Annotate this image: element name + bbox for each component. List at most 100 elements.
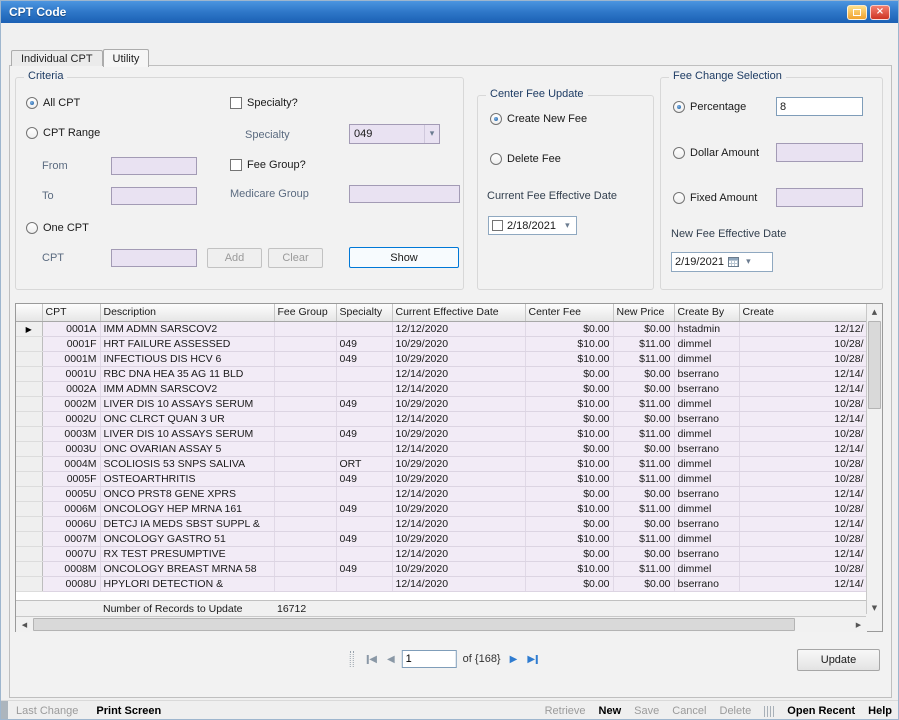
grid-cell[interactable]: INFECTIOUS DIS HCV 6 bbox=[100, 351, 274, 366]
grid-cell[interactable]: $0.00 bbox=[613, 321, 674, 336]
row-selector[interactable] bbox=[16, 351, 42, 366]
grid-cell[interactable] bbox=[274, 501, 336, 516]
print-screen-command[interactable]: Print Screen bbox=[96, 705, 161, 717]
row-selector[interactable] bbox=[16, 531, 42, 546]
grid-cell[interactable]: 12/14/2020 bbox=[392, 381, 525, 396]
grid-cell[interactable]: dimmel bbox=[674, 471, 739, 486]
grid-cell[interactable]: IMM ADMN SARSCOV2 bbox=[100, 381, 274, 396]
grid-cell[interactable]: 0006U bbox=[42, 516, 100, 531]
cpt-range-radio[interactable]: CPT Range bbox=[26, 126, 100, 140]
grid-cell[interactable]: 0005U bbox=[42, 486, 100, 501]
calendar-icon[interactable] bbox=[728, 257, 739, 267]
vertical-scrollbar-thumb[interactable] bbox=[868, 321, 881, 409]
grid-cell[interactable]: 0006M bbox=[42, 501, 100, 516]
grid-cell[interactable]: 10/29/2020 bbox=[392, 426, 525, 441]
grid-cell[interactable]: $10.00 bbox=[525, 336, 613, 351]
grid-cell[interactable]: $10.00 bbox=[525, 561, 613, 576]
grid-cell[interactable]: $11.00 bbox=[613, 471, 674, 486]
column-header-create-by[interactable]: Create By bbox=[674, 304, 739, 321]
grid-cell[interactable]: 12/14/2020 bbox=[392, 486, 525, 501]
grid-row[interactable]: 0003MLIVER DIS 10 ASSAYS SERUM04910/29/2… bbox=[16, 426, 867, 441]
grid-cell[interactable]: 12/14/ bbox=[739, 441, 867, 456]
column-header-new-price[interactable]: New Price bbox=[613, 304, 674, 321]
grid-cell[interactable]: 12/14/ bbox=[739, 516, 867, 531]
grid-row[interactable]: 0008MONCOLOGY BREAST MRNA 5804910/29/202… bbox=[16, 561, 867, 576]
specialty-checkbox[interactable]: Specialty? bbox=[230, 96, 298, 110]
grid-cell[interactable]: 049 bbox=[336, 471, 392, 486]
new-fee-date-picker[interactable]: 2/19/2021 ▾ bbox=[671, 252, 773, 272]
tab-individual-cpt[interactable]: Individual CPT bbox=[11, 50, 103, 66]
row-selector[interactable] bbox=[16, 441, 42, 456]
grid-cell[interactable]: HRT FAILURE ASSESSED bbox=[100, 336, 274, 351]
grid-cell[interactable]: IMM ADMN SARSCOV2 bbox=[100, 321, 274, 336]
dollar-amount-input[interactable] bbox=[776, 143, 863, 162]
grid-cell[interactable]: 049 bbox=[336, 561, 392, 576]
grid-row[interactable]: 0002MLIVER DIS 10 ASSAYS SERUM04910/29/2… bbox=[16, 396, 867, 411]
add-button[interactable]: Add bbox=[207, 248, 262, 268]
close-button[interactable]: × bbox=[870, 5, 890, 20]
from-input[interactable] bbox=[111, 157, 197, 175]
grid-cell[interactable]: 10/29/2020 bbox=[392, 471, 525, 486]
grid-cell[interactable]: 12/14/2020 bbox=[392, 441, 525, 456]
chevron-down-icon[interactable]: ▾ bbox=[560, 217, 575, 234]
grid-cell[interactable]: 0003M bbox=[42, 426, 100, 441]
grid-cell[interactable]: ONCOLOGY GASTRO 51 bbox=[100, 531, 274, 546]
row-selector[interactable] bbox=[16, 501, 42, 516]
grid-cell[interactable]: 0008M bbox=[42, 561, 100, 576]
row-selector[interactable] bbox=[16, 576, 42, 591]
grid-cell[interactable]: 10/28/ bbox=[739, 501, 867, 516]
grid-cell[interactable]: 12/14/ bbox=[739, 411, 867, 426]
current-fee-date-picker[interactable]: 2/18/2021 ▾ bbox=[488, 216, 577, 235]
grid-cell[interactable] bbox=[274, 441, 336, 456]
grid-cell[interactable]: 12/14/ bbox=[739, 486, 867, 501]
grid-cell[interactable]: DETCJ IA MEDS SBST SUPPL & bbox=[100, 516, 274, 531]
grid-cell[interactable]: 12/14/ bbox=[739, 546, 867, 561]
grid-cell[interactable]: $0.00 bbox=[525, 516, 613, 531]
grid-cell[interactable]: $10.00 bbox=[525, 396, 613, 411]
grid-cell[interactable]: bserrano bbox=[674, 441, 739, 456]
grid-cell[interactable]: ONC CLRCT QUAN 3 UR bbox=[100, 411, 274, 426]
grid-cell[interactable]: 12/14/2020 bbox=[392, 576, 525, 591]
row-selector[interactable] bbox=[16, 366, 42, 381]
grid-row[interactable]: 0005FOSTEOARTHRITIS04910/29/2020$10.00$1… bbox=[16, 471, 867, 486]
grid-cell[interactable]: 10/28/ bbox=[739, 456, 867, 471]
row-selector[interactable] bbox=[16, 546, 42, 561]
grid-cell[interactable]: $11.00 bbox=[613, 396, 674, 411]
grid-cell[interactable] bbox=[274, 546, 336, 561]
grid-cell[interactable]: $10.00 bbox=[525, 456, 613, 471]
grid-row[interactable]: 0004MSCOLIOSIS 53 SNPS SALIVAORT10/29/20… bbox=[16, 456, 867, 471]
scroll-up-icon[interactable]: ▲ bbox=[867, 304, 882, 320]
grid-cell[interactable]: $11.00 bbox=[613, 456, 674, 471]
grid-row[interactable]: 0007URX TEST PRESUMPTIVE12/14/2020$0.00$… bbox=[16, 546, 867, 561]
grid-cell[interactable]: 10/29/2020 bbox=[392, 531, 525, 546]
grid-cell[interactable] bbox=[336, 321, 392, 336]
chevron-down-icon[interactable]: ▾ bbox=[743, 253, 754, 271]
grid-cell[interactable]: $10.00 bbox=[525, 351, 613, 366]
grid-cell[interactable]: 049 bbox=[336, 336, 392, 351]
fee-group-checkbox[interactable]: Fee Group? bbox=[230, 158, 306, 172]
grid-cell[interactable] bbox=[336, 576, 392, 591]
grid-cell[interactable]: 0001F bbox=[42, 336, 100, 351]
grid-cell[interactable]: 12/14/2020 bbox=[392, 546, 525, 561]
grid-cell[interactable]: bserrano bbox=[674, 546, 739, 561]
grid-cell[interactable]: $0.00 bbox=[525, 321, 613, 336]
grid-cell[interactable]: 10/28/ bbox=[739, 396, 867, 411]
grid-cell[interactable]: 0007U bbox=[42, 546, 100, 561]
one-cpt-radio[interactable]: One CPT bbox=[26, 221, 89, 235]
grid-cell[interactable]: 10/28/ bbox=[739, 531, 867, 546]
grid-row[interactable]: 0003UONC OVARIAN ASSAY 512/14/2020$0.00$… bbox=[16, 441, 867, 456]
grid-row[interactable]: 0005UONCO PRST8 GENE XPRS12/14/2020$0.00… bbox=[16, 486, 867, 501]
grid-cell[interactable]: 12/14/ bbox=[739, 576, 867, 591]
grid-cell[interactable]: bserrano bbox=[674, 366, 739, 381]
grid-cell[interactable]: $11.00 bbox=[613, 531, 674, 546]
grid-cell[interactable]: 0002U bbox=[42, 411, 100, 426]
grid-cell[interactable]: bserrano bbox=[674, 486, 739, 501]
grid-cell[interactable]: 10/29/2020 bbox=[392, 336, 525, 351]
grid-cell[interactable]: 10/29/2020 bbox=[392, 351, 525, 366]
grid-cell[interactable]: 12/12/ bbox=[739, 321, 867, 336]
grid-cell[interactable]: 10/28/ bbox=[739, 426, 867, 441]
grid-row[interactable]: 0006UDETCJ IA MEDS SBST SUPPL &12/14/202… bbox=[16, 516, 867, 531]
grid-cell[interactable]: 12/14/2020 bbox=[392, 366, 525, 381]
grid-cell[interactable]: $0.00 bbox=[613, 486, 674, 501]
grid-cell[interactable]: 10/29/2020 bbox=[392, 501, 525, 516]
